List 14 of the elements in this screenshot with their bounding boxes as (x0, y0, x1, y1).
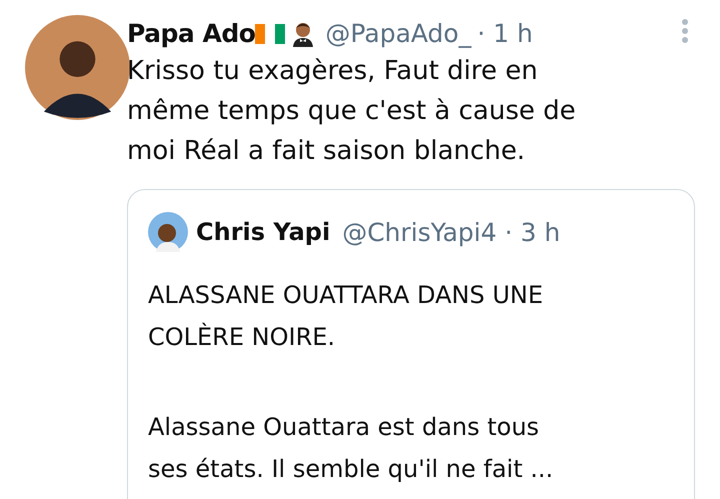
flag-icon (255, 24, 286, 44)
avatar-icon[interactable] (25, 15, 130, 120)
quoted-text: Alassane Ouattara est dans tous ses états. Il semble qu'il ne fait ... (148, 412, 554, 485)
user-name: Papa Ado (127, 19, 256, 48)
user-handle[interactable]: @ChrisYapi4 (342, 218, 497, 246)
post-time: · 1 h (477, 19, 533, 48)
quoted-text: ALASSANE OUATTARA DANS UNE COLÈRE NOIRE. (148, 280, 544, 353)
user-name: Chris Yapi (196, 218, 330, 246)
person-icon (291, 20, 316, 46)
post-time: · 3 h (504, 218, 560, 246)
tweet-text: Krisso tu exagères, Faut dire en même temps que c'est à cause de moi Réal a fait saison blanche. (127, 55, 577, 168)
quoted-tweet-card[interactable]: Chris Yapi @ChrisYapi4 · 3 h ALASSANE OUATTARA DANS UNE COLÈRE NOIRE. Alassane Ouattara est dans tous ses états. Il semble qu'il ne fait ... (127, 189, 695, 499)
user-handle[interactable]: @PapaAdo_ (325, 19, 472, 48)
avatar-icon (148, 212, 188, 252)
